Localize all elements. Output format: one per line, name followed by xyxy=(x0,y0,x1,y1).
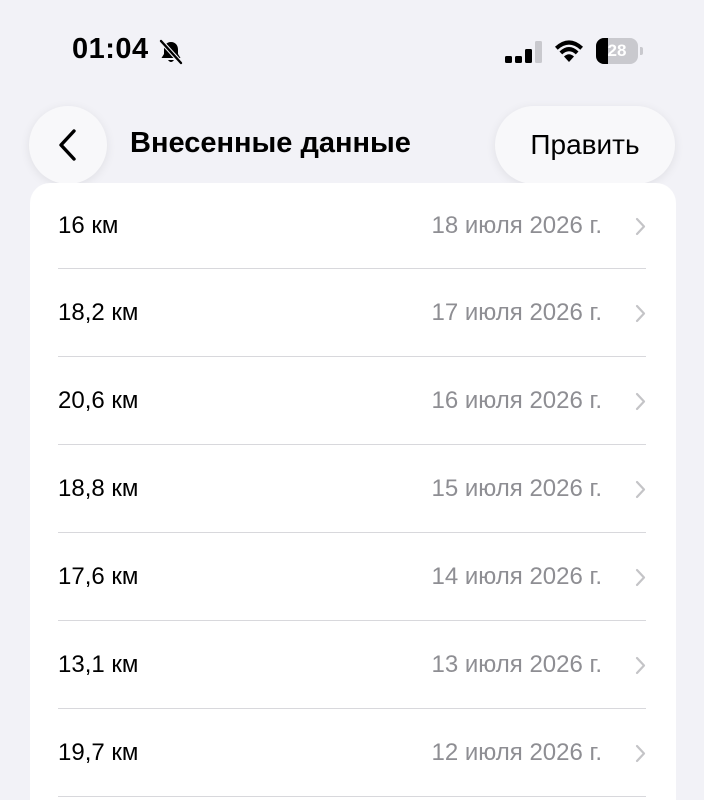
chevron-right-icon xyxy=(635,568,646,587)
chevron-right-icon xyxy=(635,304,646,323)
entry-value: 18,8 км xyxy=(58,475,139,502)
row-divider xyxy=(58,796,646,797)
entry-value: 13,1 км xyxy=(58,651,139,678)
entry-value: 19,7 км xyxy=(58,739,139,766)
entry-date: 18 июля 2026 г. xyxy=(431,212,602,239)
entry-date: 15 июля 2026 г. xyxy=(431,475,602,502)
entry-date: 13 июля 2026 г. xyxy=(431,651,602,678)
edit-button[interactable]: Править xyxy=(495,106,675,184)
entry-value: 17,6 км xyxy=(58,563,139,590)
chevron-left-icon xyxy=(59,129,76,161)
entry-value: 20,6 км xyxy=(58,387,139,414)
cellular-signal-icon xyxy=(504,40,544,64)
entry-value: 16 км xyxy=(58,212,119,239)
wifi-icon xyxy=(553,38,585,64)
battery-tip xyxy=(640,47,643,55)
page-title: Внесенные данные xyxy=(130,127,411,159)
chevron-right-icon xyxy=(635,392,646,411)
status-bar: 01:04 28 xyxy=(0,0,704,100)
list-item[interactable]: 17,6 км 14 июля 2026 г. xyxy=(30,533,676,621)
chevron-right-icon xyxy=(635,656,646,675)
list-item[interactable]: 18,2 км 17 июля 2026 г. xyxy=(30,269,676,357)
list-item[interactable]: 20,6 км 16 июля 2026 г. xyxy=(30,357,676,445)
battery-level: 28 xyxy=(607,41,627,60)
list-item[interactable]: 16 км 18 июля 2026 г. xyxy=(30,183,676,269)
bell-slash-icon xyxy=(157,38,185,66)
chevron-right-icon xyxy=(635,744,646,763)
screen: 01:04 28 Внесенные данные Править 16 км … xyxy=(0,0,704,800)
nav-bar: Внесенные данные Править xyxy=(0,100,704,190)
chevron-right-icon xyxy=(635,480,646,499)
battery-body: 28 xyxy=(596,38,638,64)
entry-value: 18,2 км xyxy=(58,299,139,326)
battery-icon: 28 xyxy=(596,38,644,64)
entries-list: 16 км 18 июля 2026 г. 18,2 км 17 июля 2026 … xyxy=(30,183,676,800)
list-item[interactable]: 13,1 км 13 июля 2026 г. xyxy=(30,621,676,709)
list-item[interactable]: 18,8 км 15 июля 2026 г. xyxy=(30,445,676,533)
status-time: 01:04 xyxy=(72,33,149,65)
list-item[interactable]: 19,7 км 12 июля 2026 г. xyxy=(30,709,676,797)
entry-date: 12 июля 2026 г. xyxy=(431,739,602,766)
back-button[interactable] xyxy=(29,106,107,184)
entry-date: 14 июля 2026 г. xyxy=(431,563,602,590)
chevron-right-icon xyxy=(635,217,646,236)
entry-date: 17 июля 2026 г. xyxy=(431,299,602,326)
entry-date: 16 июля 2026 г. xyxy=(431,387,602,414)
